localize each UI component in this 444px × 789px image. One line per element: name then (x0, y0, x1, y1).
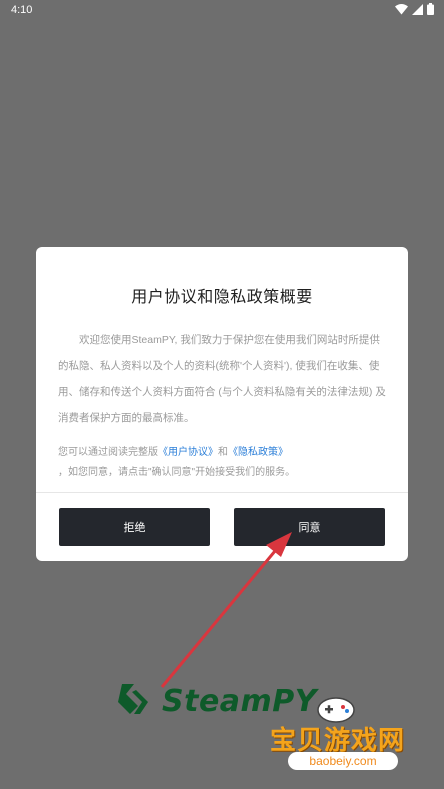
steampy-logo-icon (118, 680, 154, 723)
site-watermark-badge: 宝贝游戏网 baobeiy.com (266, 690, 416, 780)
annotation-arrow-icon (160, 532, 292, 688)
site-url: baobeiy.com (288, 752, 398, 770)
